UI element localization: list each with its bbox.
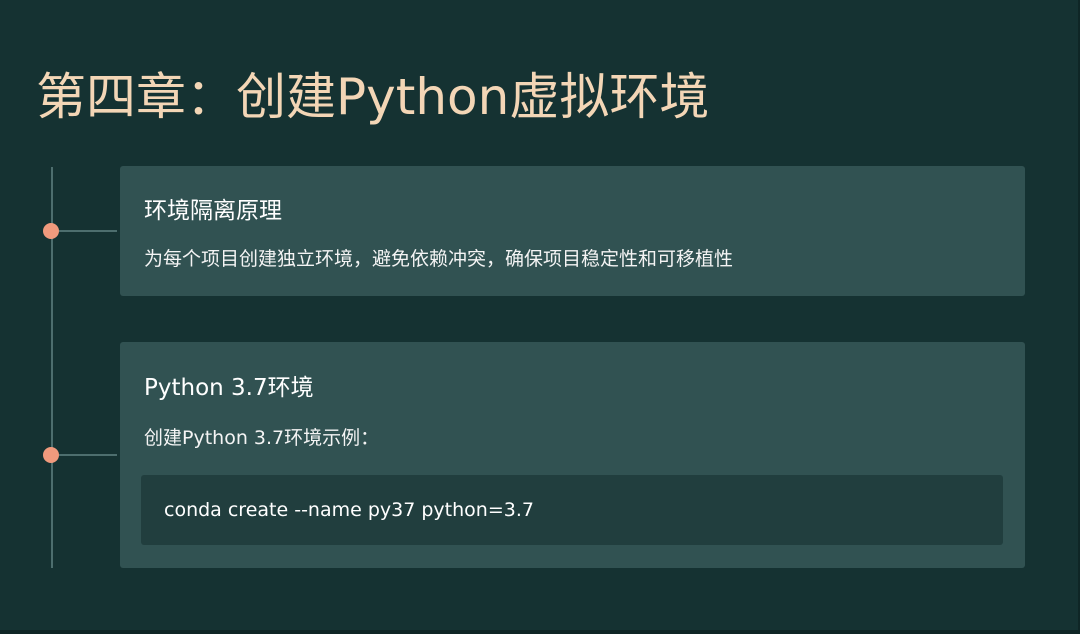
code-snippet: conda create --name py37 python=3.7	[164, 499, 534, 521]
slide: 第四章：创建Python虚拟环境 环境隔离原理 为每个项目创建独立环境，避免依赖…	[0, 0, 1080, 634]
timeline-node-1	[43, 223, 59, 239]
timeline-card-python-37: Python 3.7环境 创建Python 3.7环境示例： conda cre…	[120, 342, 1025, 568]
slide-title: 第四章：创建Python虚拟环境	[36, 68, 710, 126]
timeline-card-environment-isolation: 环境隔离原理 为每个项目创建独立环境，避免依赖冲突，确保项目稳定性和可移植性	[120, 166, 1025, 296]
card-description: 为每个项目创建独立环境，避免依赖冲突，确保项目稳定性和可移植性	[144, 248, 734, 270]
card-title: Python 3.7环境	[144, 375, 314, 401]
code-block: conda create --name py37 python=3.7	[141, 475, 1003, 545]
timeline-node-2	[43, 447, 59, 463]
card-description: 创建Python 3.7环境示例：	[144, 427, 380, 449]
card-title: 环境隔离原理	[144, 198, 282, 224]
timeline-connector-2	[59, 454, 117, 456]
timeline-connector-1	[59, 230, 117, 232]
